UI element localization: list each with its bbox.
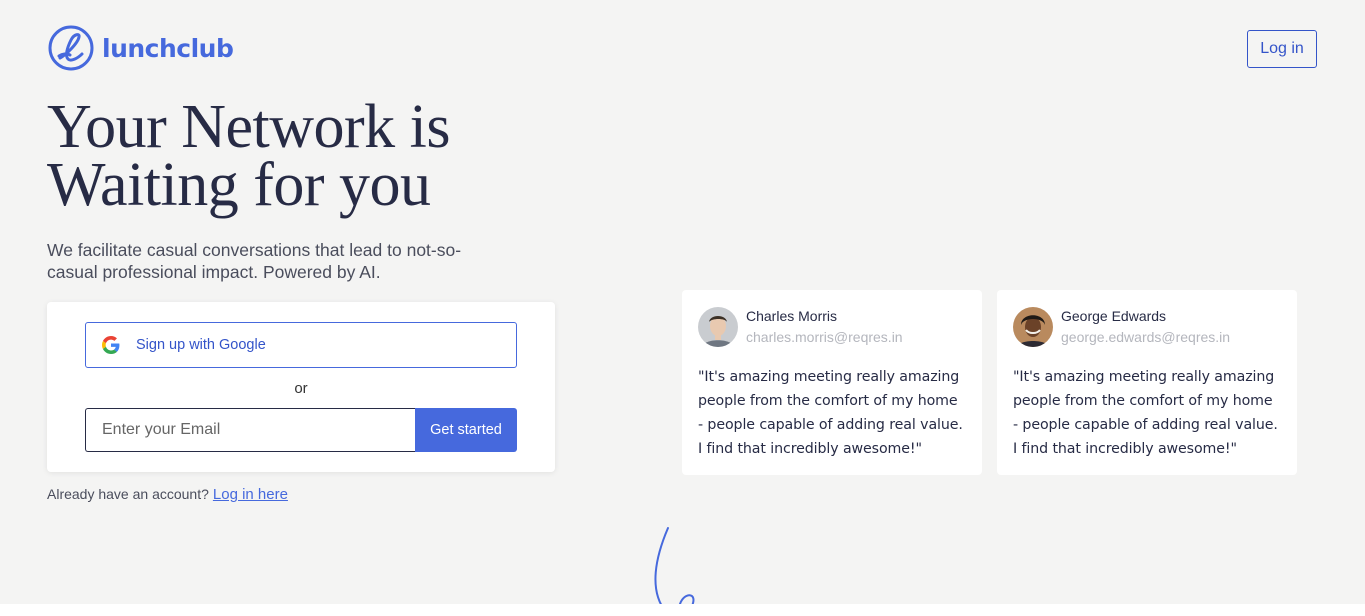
testimonial-quote: "It's amazing meeting really amazing peo… bbox=[698, 369, 963, 457]
testimonial-meta: George Edwards george.edwards@reqres.in bbox=[1061, 306, 1230, 346]
hero-subtitle: We facilitate casual conversations that … bbox=[47, 240, 462, 282]
existing-account-prompt: Already have an account? Log in here bbox=[47, 486, 288, 503]
testimonial-meta: Charles Morris charles.morris@reqres.in bbox=[746, 306, 903, 346]
testimonial-card: George Edwards george.edwards@reqres.in … bbox=[997, 290, 1297, 475]
testimonial-quote: "It's amazing meeting really amazing peo… bbox=[1013, 369, 1278, 457]
hero-title: Your Network is Waiting for you bbox=[47, 93, 451, 219]
testimonial-email: charles.morris@reqres.in bbox=[746, 329, 903, 345]
lunchclub-loop-logo-icon bbox=[48, 25, 94, 71]
signup-card: Sign up with Google or Get started bbox=[47, 302, 555, 472]
lunchclub-logo[interactable]: lunchclub bbox=[48, 25, 234, 71]
get-started-button[interactable]: Get started bbox=[415, 408, 517, 452]
testimonial-header: George Edwards george.edwards@reqres.in bbox=[1013, 306, 1281, 347]
google-signup-button[interactable]: Sign up with Google bbox=[85, 322, 517, 368]
footer-band bbox=[0, 604, 1365, 616]
brand-name: lunchclub bbox=[102, 33, 234, 63]
decorative-squiggle-icon bbox=[654, 527, 695, 616]
landing-page: lunchclub Log in Your Network is Waiting… bbox=[0, 0, 1365, 616]
testimonial-name: Charles Morris bbox=[746, 308, 838, 324]
or-divider-text: or bbox=[294, 380, 308, 397]
testimonial-email: george.edwards@reqres.in bbox=[1061, 329, 1231, 345]
testimonial-header: Charles Morris charles.morris@reqres.in bbox=[698, 306, 966, 347]
avatar bbox=[698, 307, 738, 347]
testimonial-name: George Edwards bbox=[1061, 308, 1167, 324]
login-button[interactable]: Log in bbox=[1247, 30, 1317, 68]
email-input[interactable] bbox=[85, 408, 417, 452]
testimonial-card: Charles Morris charles.morris@reqres.in … bbox=[682, 290, 982, 475]
avatar bbox=[1013, 307, 1053, 347]
already-have-account-text: Already have an account? bbox=[47, 486, 209, 502]
google-signup-label: Sign up with Google bbox=[136, 337, 266, 353]
login-here-link[interactable]: Log in here bbox=[213, 486, 288, 503]
google-g-icon bbox=[102, 336, 120, 354]
